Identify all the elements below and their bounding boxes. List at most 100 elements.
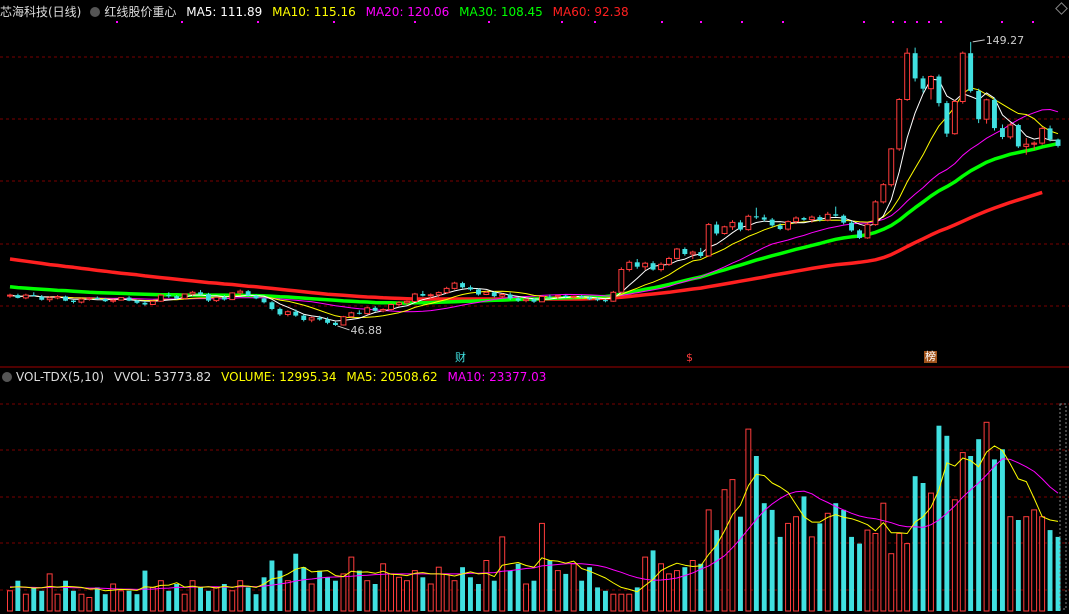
event-dot <box>116 21 118 23</box>
indicator-name[interactable]: 红线股价重心 <box>104 5 176 19</box>
candle-body-up <box>22 294 29 299</box>
candle-body-up <box>642 262 649 268</box>
candle-body-down <box>698 252 704 256</box>
candle-body-up <box>983 99 990 120</box>
volume-bar-down <box>920 483 926 611</box>
candle-body-down <box>603 300 608 302</box>
candle-body-down <box>142 302 148 305</box>
candle-body-up <box>888 148 895 186</box>
volume-bar-down <box>547 560 553 611</box>
volume-bar-up <box>904 543 911 612</box>
volume-bar-down <box>857 543 862 611</box>
event-dot <box>928 21 930 23</box>
volume-indicator-toggle-icon[interactable] <box>2 372 12 382</box>
candle-body-up <box>793 217 799 223</box>
candle-body-up <box>427 294 434 297</box>
event-dot <box>940 21 942 23</box>
candle-body-down <box>968 53 974 91</box>
volume-bar-up <box>785 522 791 612</box>
candle-body-up <box>284 311 291 316</box>
candle-body-up <box>721 226 728 235</box>
volume-bar-down <box>587 567 592 611</box>
candle-body-down <box>595 299 600 301</box>
volume-bar-up <box>1039 516 1046 612</box>
candle-body-up <box>46 297 53 301</box>
volume-bar-down <box>94 587 100 611</box>
volume-bar-down <box>563 573 569 611</box>
candle-body-down <box>682 249 688 254</box>
candle-body-down <box>1047 128 1053 140</box>
volume-bar-up <box>880 502 887 612</box>
event-dot <box>594 21 596 23</box>
candle-body-up <box>610 291 617 302</box>
event-dot <box>741 21 743 23</box>
volume-bar-down <box>491 580 497 611</box>
volume-bar-up <box>443 573 450 612</box>
event-dot <box>700 21 702 23</box>
volume-scroll-indicator[interactable] <box>1059 403 1067 610</box>
volume-bar-up <box>364 580 371 612</box>
candle-body-down <box>547 296 553 298</box>
volume-bar-up <box>78 593 85 612</box>
volume-bar-up <box>396 576 403 612</box>
finance-marker[interactable]: 财 <box>455 352 466 364</box>
ma60-label: MA60: 92.38 <box>552 5 629 19</box>
candle-body-down <box>198 292 203 295</box>
candle-body-down <box>507 294 513 299</box>
candle-body-up <box>554 295 561 298</box>
volume-bar-down <box>698 563 704 611</box>
volume-bar-down <box>333 580 338 611</box>
volume-bar-up <box>896 533 903 612</box>
volume-bar-down <box>515 563 521 611</box>
candle-body-down <box>491 292 497 297</box>
volume-bar-down <box>682 567 688 611</box>
candle-body-up <box>443 287 450 294</box>
volume-bar-up <box>872 533 879 612</box>
volume-bar-down <box>317 570 323 611</box>
candle-body-up <box>451 282 458 289</box>
event-dot <box>1001 21 1003 23</box>
candle-body-down <box>587 297 592 300</box>
event-dot <box>488 21 490 23</box>
volume-indicator-name[interactable]: VOL-TDX(5,10) <box>16 370 104 384</box>
candle-body-down <box>515 298 521 301</box>
candlesticks <box>7 41 1061 326</box>
candle-body-down <box>936 76 942 104</box>
candle-body-down <box>563 295 569 297</box>
candle-body-up <box>181 293 188 299</box>
candle-body-down <box>317 317 323 320</box>
candle-body-down <box>634 262 640 267</box>
candle-body-up <box>808 216 815 221</box>
candle-body-up <box>729 221 736 228</box>
candle-body-up <box>213 296 220 302</box>
candle-body-up <box>689 251 696 255</box>
volume-bar-down <box>476 584 481 611</box>
volume-bar-up <box>554 570 561 612</box>
volume-bar-up <box>388 573 395 612</box>
indicator-toggle-icon[interactable] <box>90 7 101 17</box>
volume-bar-up <box>189 580 196 612</box>
volume-bar-down <box>531 580 537 611</box>
high-price-label: 149.27 <box>986 34 1024 47</box>
volume-bar-down <box>992 459 997 611</box>
event-dot <box>333 21 335 23</box>
volume-bar-down <box>245 587 251 611</box>
candle-body-down <box>849 222 854 231</box>
volume-bar-up <box>1031 509 1038 612</box>
ranking-marker[interactable]: 榜 <box>924 351 937 363</box>
volume-bar-up <box>610 593 617 612</box>
volume-bar-down <box>912 476 918 611</box>
candle-body-up <box>658 263 664 271</box>
volume-bar-down <box>63 580 68 611</box>
candle-body-up <box>110 299 117 302</box>
dollar-marker[interactable]: $ <box>686 352 693 364</box>
candle-body-up <box>864 224 871 239</box>
volume-bar-up <box>888 553 895 612</box>
candle-body-up <box>570 295 577 298</box>
candle-body-down <box>1015 125 1021 147</box>
candle-body-down <box>102 299 108 302</box>
candle-body-up <box>380 309 387 312</box>
candle-body-up <box>626 261 633 270</box>
volume-bar-up <box>86 597 93 612</box>
candle-body-down <box>221 297 227 300</box>
